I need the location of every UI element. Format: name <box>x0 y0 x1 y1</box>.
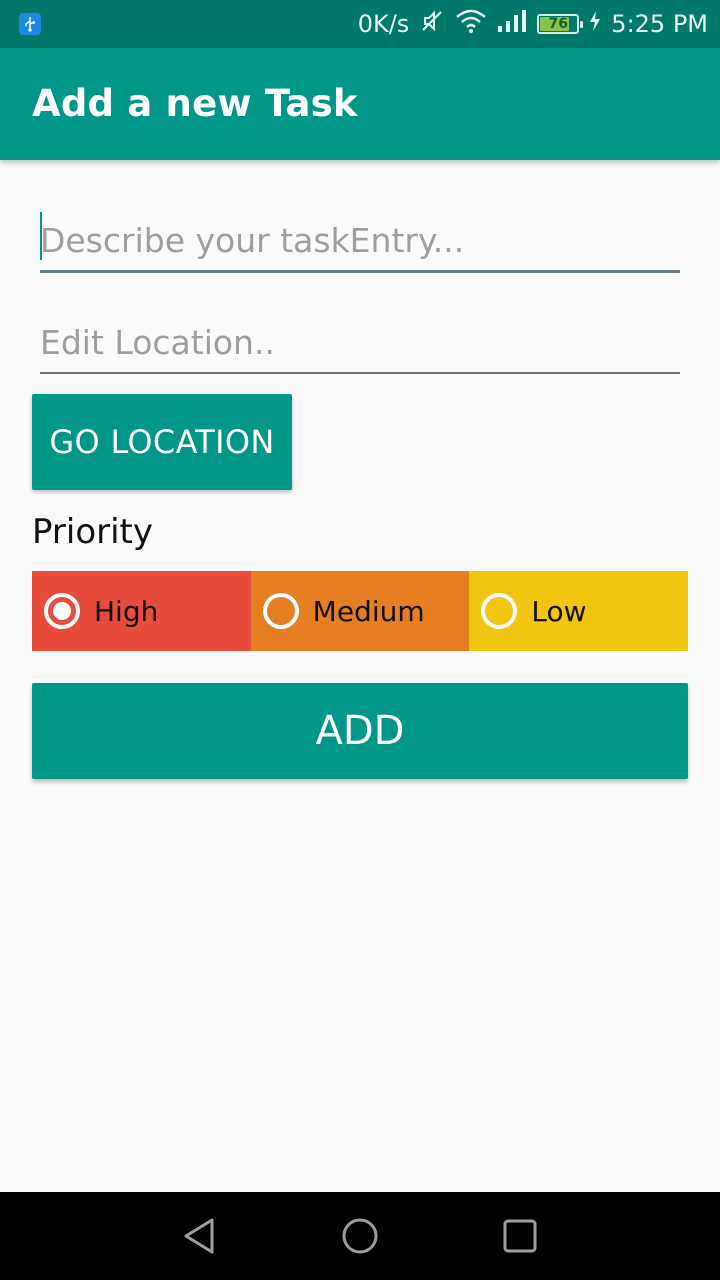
navigation-bar <box>0 1192 720 1280</box>
radio-unchecked-icon[interactable] <box>481 593 518 629</box>
signal-icon <box>497 9 527 39</box>
radio-checked-icon[interactable] <box>44 593 80 629</box>
location-underline <box>40 372 680 374</box>
priority-label: Priority <box>32 512 154 552</box>
task-description-field[interactable] <box>40 210 680 273</box>
battery-icon: 76 <box>537 14 584 34</box>
status-bar: 0K/s 76 5:25 PM <box>0 0 720 48</box>
recents-icon[interactable] <box>470 1192 570 1280</box>
charging-icon <box>589 10 601 38</box>
app-bar: Add a new Task <box>0 48 720 160</box>
back-icon[interactable] <box>150 1192 250 1280</box>
clock: 5:25 PM <box>611 10 708 38</box>
battery-level: 76 <box>548 16 569 32</box>
wifi-icon <box>455 8 487 40</box>
add-button[interactable]: ADD <box>32 683 688 779</box>
priority-option-high[interactable]: High <box>32 571 251 651</box>
task-description-underline <box>40 270 680 273</box>
priority-option-label: Medium <box>312 594 425 628</box>
go-location-button[interactable]: GO LOCATION <box>32 394 292 490</box>
task-description-input[interactable] <box>40 210 680 270</box>
page-title: Add a new Task <box>32 82 358 125</box>
mute-icon <box>419 8 445 40</box>
location-field[interactable] <box>40 312 680 374</box>
radio-unchecked-icon[interactable] <box>262 593 299 629</box>
priority-radio-group: High Medium Low <box>32 571 689 651</box>
home-icon[interactable] <box>310 1192 410 1280</box>
usb-icon <box>19 13 41 35</box>
priority-option-label: Low <box>531 594 587 628</box>
status-indicators: 0K/s 76 5:25 PM <box>358 0 708 48</box>
text-cursor <box>40 212 42 260</box>
location-input[interactable] <box>40 312 680 372</box>
network-speed: 0K/s <box>357 10 410 38</box>
priority-option-low[interactable]: Low <box>469 571 689 651</box>
priority-option-label: High <box>94 594 159 628</box>
priority-option-medium[interactable]: Medium <box>250 571 470 651</box>
